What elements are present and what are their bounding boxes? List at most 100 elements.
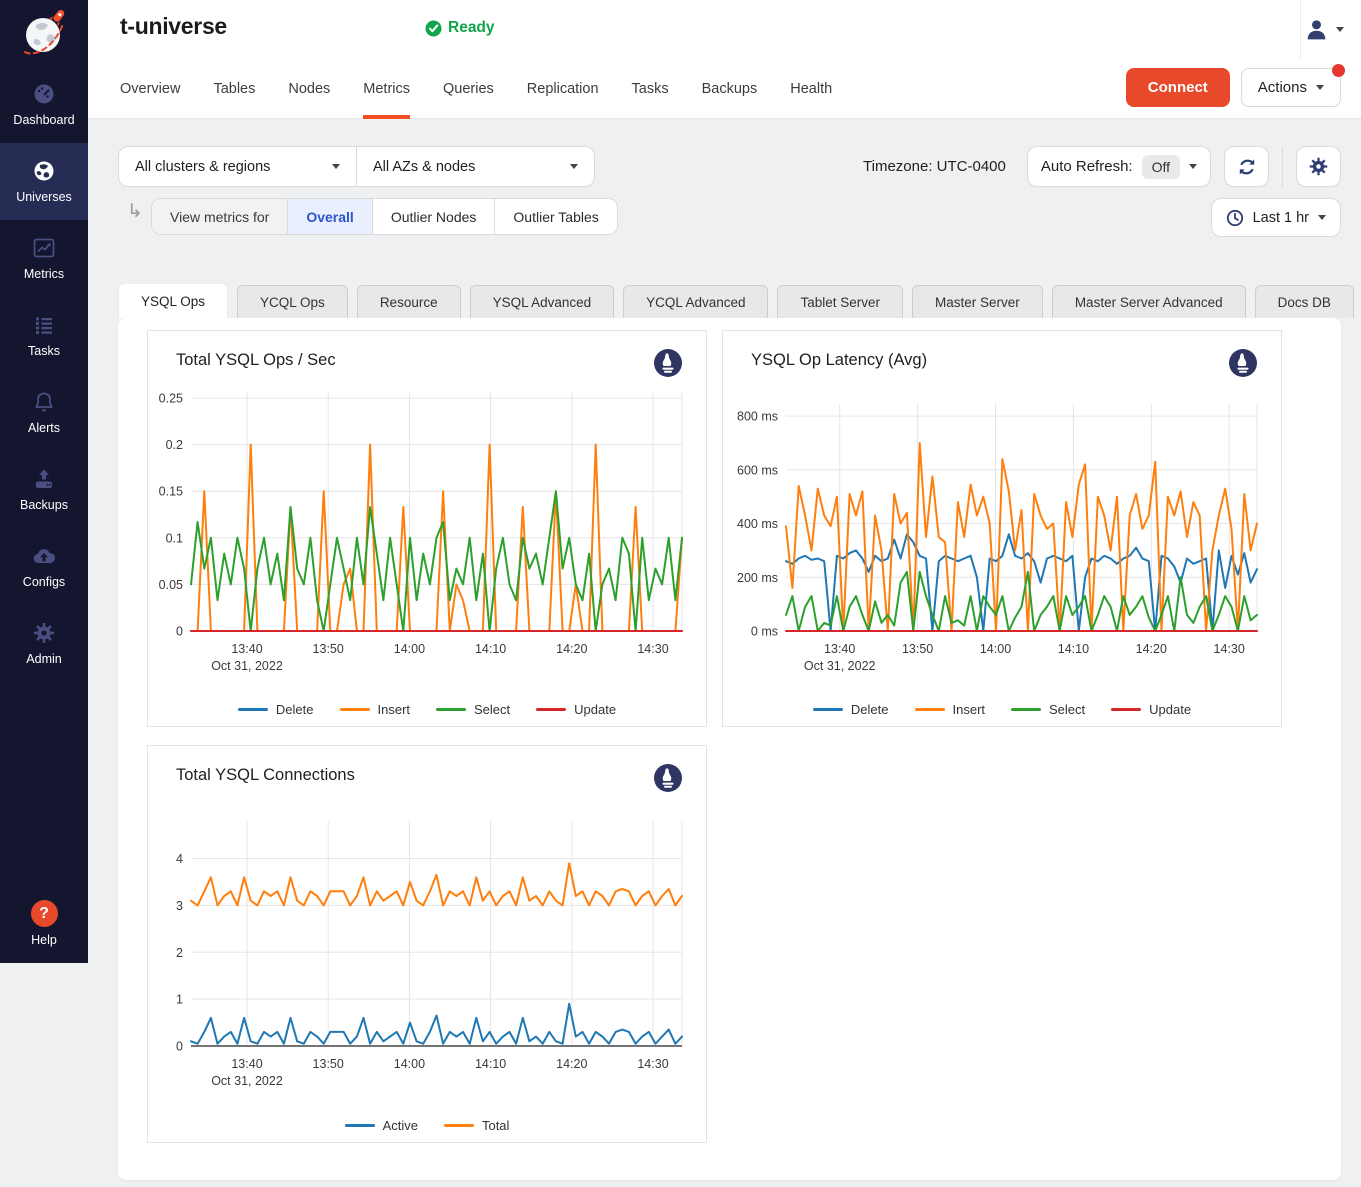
legend-item: Delete — [813, 702, 889, 717]
sidebar-item-admin[interactable]: Admin — [0, 605, 88, 682]
sidebar-item-dashboard[interactable]: Dashboard — [0, 66, 88, 143]
prometheus-icon[interactable] — [653, 763, 683, 798]
svg-text:13:50: 13:50 — [313, 1057, 344, 1071]
metric-tab-resource[interactable]: Resource — [357, 285, 461, 318]
prometheus-icon[interactable] — [1228, 348, 1258, 383]
prometheus-icon[interactable] — [653, 348, 683, 383]
rocket-globe-logo-icon — [17, 6, 71, 60]
legend-swatch — [444, 1124, 474, 1127]
tab-metrics[interactable]: Metrics — [363, 60, 410, 119]
metric-tab-master-server-advanced[interactable]: Master Server Advanced — [1052, 285, 1246, 318]
legend-item: Active — [345, 1118, 418, 1133]
chart-total-ysql-connections: 0123413:4013:5014:0014:1014:2014:30Oct 3… — [147, 745, 707, 1143]
svg-text:800 ms: 800 ms — [737, 410, 778, 424]
legend-swatch — [1011, 708, 1041, 711]
view-option-outlier-nodes[interactable]: Outlier Nodes — [372, 199, 495, 234]
legend-item: Total — [444, 1118, 509, 1133]
svg-text:0.15: 0.15 — [159, 485, 183, 499]
header-divider — [1300, 0, 1301, 60]
sidebar-item-help[interactable]: ? Help — [0, 900, 88, 947]
clock-icon — [1226, 209, 1244, 227]
check-circle-icon — [425, 20, 442, 37]
view-option-outlier-tables[interactable]: Outlier Tables — [494, 199, 616, 234]
metric-tab-master-server[interactable]: Master Server — [912, 285, 1043, 318]
metric-tab-ysql-ops[interactable]: YSQL Ops — [118, 283, 228, 318]
clusters-regions-dropdown[interactable]: All clusters & regions — [119, 147, 356, 186]
legend-label: Update — [1149, 702, 1191, 717]
legend-item: Insert — [340, 702, 411, 717]
svg-text:13:40: 13:40 — [824, 642, 855, 656]
tab-tables[interactable]: Tables — [213, 60, 255, 119]
chart-title: YSQL Op Latency (Avg) — [751, 351, 927, 370]
universe-title: t-universe — [120, 13, 227, 40]
help-icon: ? — [31, 900, 58, 927]
sidebar-item-tasks[interactable]: Tasks — [0, 297, 88, 374]
controls-divider — [1282, 147, 1283, 187]
legend-item: Insert — [915, 702, 986, 717]
view-option-overall[interactable]: Overall — [287, 199, 371, 234]
ops-chart-canvas: 00.050.10.150.20.2513:4013:5014:0014:101… — [148, 331, 706, 726]
dashboard-icon — [32, 82, 56, 106]
tab-nodes[interactable]: Nodes — [288, 60, 330, 119]
metrics-settings-button[interactable] — [1296, 146, 1341, 187]
metric-tab-ycql-ops[interactable]: YCQL Ops — [237, 285, 348, 318]
actions-button[interactable]: Actions — [1241, 68, 1341, 107]
legend-label: Delete — [851, 702, 889, 717]
sidebar-item-alerts[interactable]: Alerts — [0, 374, 88, 451]
svg-text:0 ms: 0 ms — [751, 625, 778, 639]
metric-tab-tablet-server[interactable]: Tablet Server — [777, 285, 903, 318]
svg-text:Oct 31, 2022: Oct 31, 2022 — [804, 659, 876, 673]
app-window: Dashboard Universes Metrics — [0, 0, 1361, 1187]
tab-health[interactable]: Health — [790, 60, 832, 119]
connect-button[interactable]: Connect — [1126, 68, 1230, 107]
sidebar-item-configs[interactable]: Configs — [0, 528, 88, 605]
legend-swatch — [813, 708, 843, 711]
svg-text:3: 3 — [176, 899, 183, 913]
branch-arrow-icon: ↳ — [127, 200, 143, 223]
user-menu[interactable] — [1304, 17, 1344, 42]
legend-item: Update — [536, 702, 616, 717]
svg-text:14:10: 14:10 — [475, 1057, 506, 1071]
yugabyte-logo[interactable] — [0, 0, 88, 66]
admin-gear-icon — [32, 621, 56, 645]
legend-swatch — [340, 708, 370, 711]
chart-title: Total YSQL Ops / Sec — [176, 351, 336, 370]
sidebar-item-backups[interactable]: Backups — [0, 451, 88, 528]
chart-title: Total YSQL Connections — [176, 766, 355, 785]
universe-nav: Overview Tables Nodes Metrics Queries Re… — [120, 60, 832, 119]
refresh-button[interactable] — [1224, 146, 1269, 187]
time-range-dropdown[interactable]: Last 1 hr — [1211, 198, 1341, 237]
legend-swatch — [536, 708, 566, 711]
legend-swatch — [238, 708, 268, 711]
tab-overview[interactable]: Overview — [120, 60, 180, 119]
legend-label: Total — [482, 1118, 509, 1133]
legend-swatch — [915, 708, 945, 711]
metric-category-tabs: YSQL Ops YCQL Ops Resource YSQL Advanced… — [118, 283, 1361, 318]
svg-text:4: 4 — [176, 852, 183, 866]
legend-item: Select — [1011, 702, 1085, 717]
sidebar-item-label: Tasks — [28, 344, 60, 358]
svg-text:14:30: 14:30 — [637, 1057, 668, 1071]
view-metrics-for-label: View metrics for — [152, 199, 287, 234]
tab-tasks[interactable]: Tasks — [632, 60, 669, 119]
metric-tab-ycql-advanced[interactable]: YCQL Advanced — [623, 285, 768, 318]
sidebar-item-metrics[interactable]: Metrics — [0, 220, 88, 297]
svg-text:0.25: 0.25 — [159, 392, 183, 406]
tab-replication[interactable]: Replication — [527, 60, 599, 119]
header-buttons: Connect Actions — [1126, 68, 1341, 107]
azs-nodes-dropdown[interactable]: All AZs & nodes — [357, 147, 594, 186]
azs-nodes-value: All AZs & nodes — [373, 159, 475, 175]
chevron-down-icon — [332, 164, 340, 169]
sidebar-item-universes[interactable]: Universes — [0, 143, 88, 220]
alerts-icon — [32, 390, 56, 414]
tab-queries[interactable]: Queries — [443, 60, 494, 119]
svg-text:13:40: 13:40 — [231, 642, 262, 656]
legend-item: Update — [1111, 702, 1191, 717]
user-avatar-icon — [1304, 17, 1329, 42]
metric-tab-ysql-advanced[interactable]: YSQL Advanced — [470, 285, 615, 318]
auto-refresh-dropdown[interactable]: Auto Refresh: Off — [1027, 146, 1211, 187]
tab-backups[interactable]: Backups — [702, 60, 758, 119]
chevron-down-icon — [570, 164, 578, 169]
sidebar-item-label: Backups — [20, 498, 68, 512]
metric-tab-docs-db[interactable]: Docs DB — [1255, 285, 1354, 318]
